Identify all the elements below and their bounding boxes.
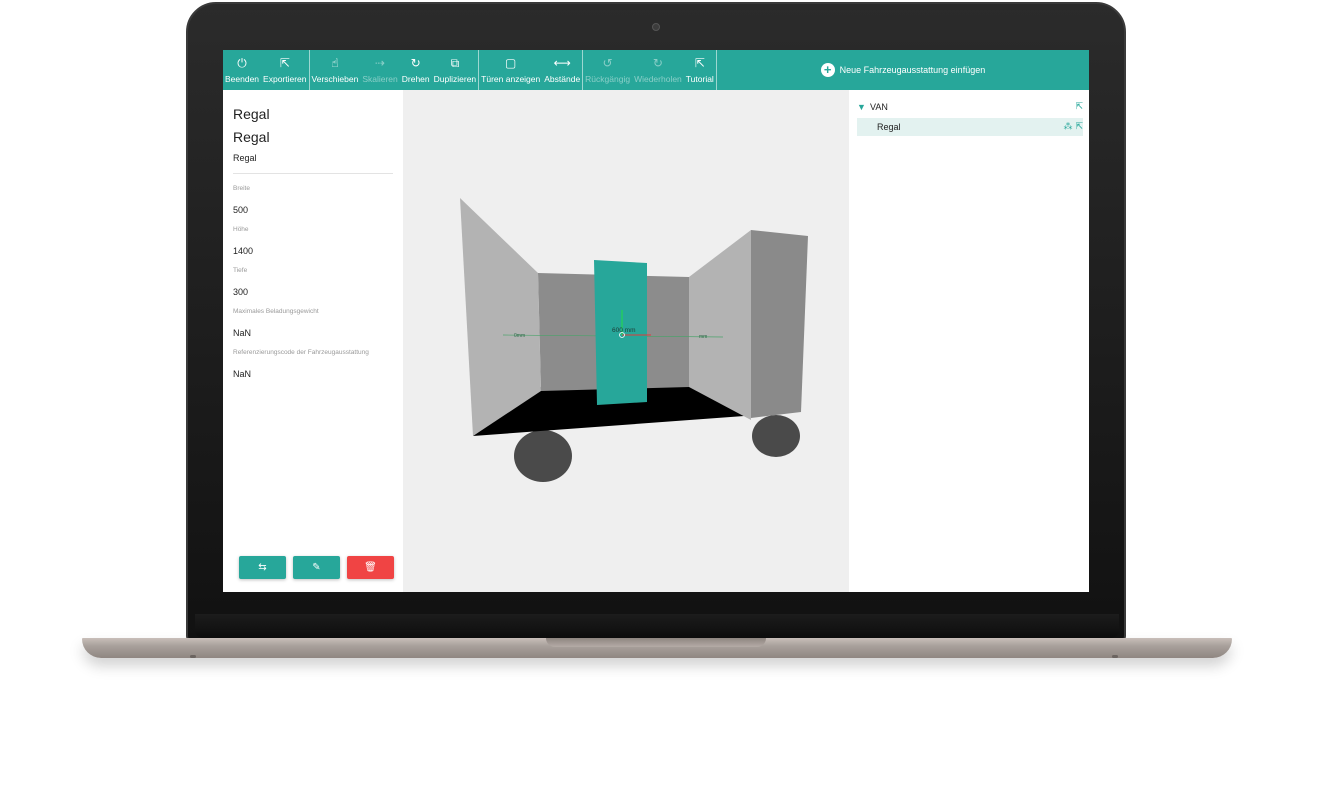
power-icon: ⏻: [237, 55, 247, 70]
property-label: Höhe: [233, 226, 249, 233]
delete-button[interactable]: 🗑: [347, 556, 394, 579]
dimension-right-label: mm: [699, 334, 707, 340]
square-icon: ▢: [505, 55, 517, 70]
external-link-icon[interactable]: ⇱: [1075, 102, 1083, 112]
app-screen: ⏻ Beenden ⇱ Exportieren ☝ Verschieben ⇢ …: [223, 50, 1089, 592]
tree-item-label: VAN: [870, 102, 888, 112]
tree-item-label: Regal: [877, 122, 901, 132]
scale-label: Skalieren: [362, 73, 398, 84]
toolbar-group-file: ⏻ Beenden ⇱ Exportieren: [223, 50, 310, 90]
laptop-foot: [190, 655, 196, 658]
redo-button[interactable]: ↻ Wiederholen: [632, 50, 684, 90]
export-button[interactable]: ⇱ Exportieren: [261, 50, 308, 90]
3d-viewport[interactable]: 0mm 600 mm mm: [403, 90, 849, 592]
property-value: 300: [233, 287, 249, 297]
redo-icon: ↻: [652, 55, 663, 70]
property-value: NaN: [233, 328, 252, 338]
plus-circle-icon: +: [820, 63, 835, 77]
property-height: Höhe 1400: [233, 226, 393, 256]
hand-pointer-icon: ☝: [331, 55, 339, 70]
property-depth: Tiefe 300: [233, 267, 393, 297]
tree-item-van[interactable]: ▼ VAN ⇱: [857, 98, 1083, 116]
properties-panel: Regal Regal Regal Breite 500 Höhe 1400 T…: [223, 90, 403, 592]
property-label: Maximales Beladungsgewicht: [233, 308, 319, 315]
van-3d-scene: 0mm 600 mm mm: [460, 198, 808, 482]
laptop-hinge-notch: [546, 638, 766, 647]
property-value: 500: [233, 205, 249, 215]
move-button[interactable]: ☝ Verschieben: [310, 50, 361, 90]
dimension-left-label: 0mm: [514, 333, 525, 339]
toolbar-group-transform: ☝ Verschieben ⇢ Skalieren ↻ Drehen ⧉ Dup…: [310, 50, 480, 90]
laptop-bezel: [195, 614, 1119, 638]
tutorial-label: Tutorial: [685, 73, 714, 84]
scale-button[interactable]: ⇢ Skalieren: [360, 50, 399, 90]
undo-label: Rückgängig: [585, 73, 631, 84]
external-link-icon: ⇱: [694, 55, 705, 70]
export-label: Exportieren: [263, 73, 307, 84]
distances-icon: ⟷: [553, 55, 571, 70]
object-tree-panel: ▼ VAN ⇱ Regal ⁂ ⇱: [849, 90, 1089, 592]
property-label: Referenzierungscode der Fahrzeugausstatt…: [233, 349, 369, 356]
property-label: Tiefe: [233, 267, 248, 274]
item-subtitle: Regal: [233, 129, 270, 145]
rotate-icon: ↻: [410, 55, 421, 70]
property-label: Breite: [233, 185, 250, 192]
pencil-icon: ✎: [312, 562, 321, 573]
toolbar: ⏻ Beenden ⇱ Exportieren ☝ Verschieben ⇢ …: [223, 50, 1089, 90]
property-value: 1400: [233, 246, 254, 256]
dimension-center-label: 600 mm: [612, 327, 635, 334]
external-link-icon[interactable]: ⇱: [1075, 122, 1083, 132]
van-right-wall: [689, 230, 751, 420]
property-reference-code: Referenzierungscode der Fahrzeugausstatt…: [233, 349, 393, 379]
tutorial-button[interactable]: ⇱ Tutorial: [684, 50, 716, 90]
laptop-foot: [1112, 655, 1118, 658]
measure-button[interactable]: ⇆: [239, 556, 286, 579]
van-right-wall-front: [751, 230, 808, 418]
show-doors-label: Türen anzeigen: [481, 73, 541, 84]
rotate-button[interactable]: ↻ Drehen: [400, 50, 432, 90]
boxes-arrows-icon: ⇆: [258, 562, 267, 573]
distances-button[interactable]: ⟷ Abstände: [542, 50, 582, 90]
property-max-load: Maximales Beladungsgewicht NaN: [233, 308, 393, 338]
copy-icon: ⧉: [450, 55, 460, 70]
wheel-rear-right: [752, 415, 800, 457]
toolbar-group-history: ↺ Rückgängig ↻ Wiederholen ⇱ Tutorial: [583, 50, 717, 90]
action-buttons: ⇆ ✎ 🗑: [239, 556, 394, 579]
distances-label: Abstände: [544, 73, 581, 84]
quit-button[interactable]: ⏻ Beenden: [223, 50, 261, 90]
duplicate-button[interactable]: ⧉ Duplizieren: [432, 50, 479, 90]
external-link-icon: ⇱: [279, 55, 290, 70]
property-width: Breite 500: [233, 185, 393, 215]
group-objects-icon[interactable]: ⁂: [1063, 122, 1072, 132]
redo-label: Wiederholen: [634, 73, 682, 84]
item-name: Regal: [233, 153, 393, 174]
undo-button[interactable]: ↺ Rückgängig: [583, 50, 632, 90]
rotate-label: Drehen: [401, 73, 430, 84]
webcam: [652, 23, 660, 31]
item-title: Regal: [233, 106, 270, 122]
undo-icon: ↺: [602, 55, 613, 70]
show-doors-button[interactable]: ▢ Türen anzeigen: [479, 50, 542, 90]
quit-label: Beenden: [225, 73, 260, 84]
edit-button[interactable]: ✎: [293, 556, 340, 579]
tree-item-regal[interactable]: Regal ⁂ ⇱: [857, 118, 1083, 136]
property-value: NaN: [233, 369, 252, 379]
caret-down-icon[interactable]: ▼: [857, 102, 870, 112]
trash-icon: 🗑: [364, 562, 377, 573]
wheel-front-left: [514, 430, 572, 482]
add-equipment-label: Neue Fahrzeugausstattung einfügen: [839, 65, 986, 75]
move-label: Verschieben: [311, 73, 359, 84]
duplicate-label: Duplizieren: [433, 73, 477, 84]
toolbar-group-view: ▢ Türen anzeigen ⟷ Abstände: [479, 50, 584, 90]
scale-icon: ⇢: [375, 55, 386, 70]
add-equipment-button[interactable]: + Neue Fahrzeugausstattung einfügen: [717, 50, 1089, 90]
